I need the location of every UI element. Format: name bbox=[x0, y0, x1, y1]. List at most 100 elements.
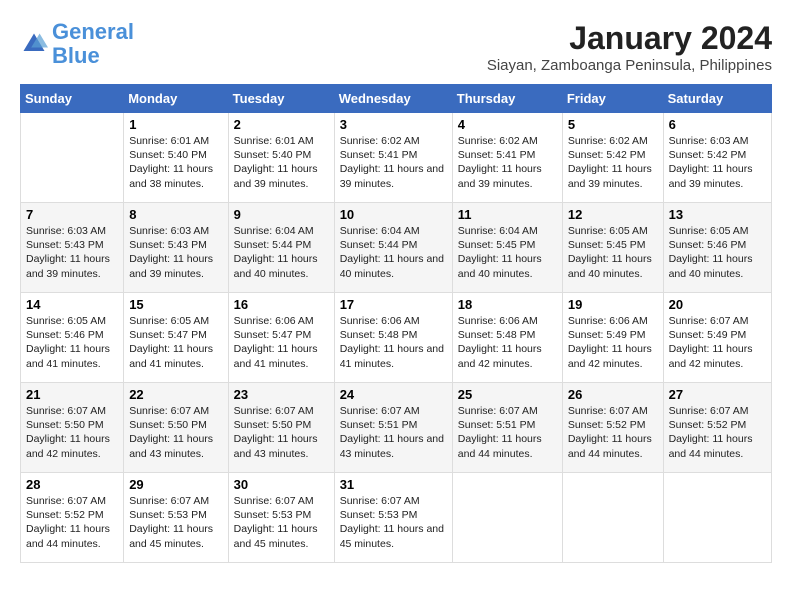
day-number: 13 bbox=[669, 207, 766, 222]
day-cell: 25 Sunrise: 6:07 AMSunset: 5:51 PMDayligh… bbox=[452, 383, 562, 473]
day-info: Sunrise: 6:05 AMSunset: 5:46 PMDaylight:… bbox=[669, 224, 766, 281]
day-cell: 18Sunrise: 6:06 AMSunset: 5:48 PMDayligh… bbox=[452, 293, 562, 383]
day-cell: 3Sunrise: 6:02 AMSunset: 5:41 PMDaylight… bbox=[334, 113, 452, 203]
header-saturday: Saturday bbox=[663, 85, 771, 113]
day-cell: 12 Sunrise: 6:05 AMSunset: 5:45 PMDayligh… bbox=[562, 203, 663, 293]
day-info: Sunrise: 6:07 AMSunset: 5:51 PMDaylight:… bbox=[340, 404, 447, 461]
logo-icon bbox=[20, 30, 48, 58]
calendar-table: SundayMondayTuesdayWednesdayThursdayFrid… bbox=[20, 84, 772, 563]
day-number: 24 bbox=[340, 387, 447, 402]
header-friday: Friday bbox=[562, 85, 663, 113]
day-number: 6 bbox=[669, 117, 766, 132]
day-number: 29 bbox=[129, 477, 222, 492]
header-monday: Monday bbox=[124, 85, 228, 113]
day-number: 3 bbox=[340, 117, 447, 132]
day-info: Sunrise: 6:01 AMSunset: 5:40 PMDaylight:… bbox=[129, 134, 222, 191]
header-tuesday: Tuesday bbox=[228, 85, 334, 113]
day-info: Sunrise: 6:04 AMSunset: 5:45 PMDaylight:… bbox=[458, 224, 557, 281]
day-cell: 4 Sunrise: 6:02 AMSunset: 5:41 PMDaylight… bbox=[452, 113, 562, 203]
day-cell bbox=[452, 473, 562, 563]
day-number: 2 bbox=[234, 117, 329, 132]
day-info: Sunrise: 6:02 AMSunset: 5:41 PMDaylight:… bbox=[458, 134, 557, 191]
day-number: 15 bbox=[129, 297, 222, 312]
week-row-1: 1Sunrise: 6:01 AMSunset: 5:40 PMDaylight… bbox=[21, 113, 772, 203]
day-number: 28 bbox=[26, 477, 118, 492]
day-number: 27 bbox=[669, 387, 766, 402]
day-info: Sunrise: 6:06 AMSunset: 5:47 PMDaylight:… bbox=[234, 314, 329, 371]
day-cell bbox=[663, 473, 771, 563]
day-info: Sunrise: 6:05 AMSunset: 5:45 PMDaylight:… bbox=[568, 224, 658, 281]
logo-line2: Blue bbox=[52, 43, 100, 68]
day-cell: 11 Sunrise: 6:04 AMSunset: 5:45 PMDayligh… bbox=[452, 203, 562, 293]
day-cell: 28 Sunrise: 6:07 AMSunset: 5:52 PMDayligh… bbox=[21, 473, 124, 563]
day-cell bbox=[562, 473, 663, 563]
day-info: Sunrise: 6:06 AMSunset: 5:49 PMDaylight:… bbox=[568, 314, 658, 371]
day-info: Sunrise: 6:04 AMSunset: 5:44 PMDaylight:… bbox=[234, 224, 329, 281]
day-cell: 10Sunrise: 6:04 AMSunset: 5:44 PMDayligh… bbox=[334, 203, 452, 293]
day-cell: 23Sunrise: 6:07 AMSunset: 5:50 PMDayligh… bbox=[228, 383, 334, 473]
day-info: Sunrise: 6:07 AMSunset: 5:53 PMDaylight:… bbox=[340, 494, 447, 551]
day-number: 25 bbox=[458, 387, 557, 402]
day-info: Sunrise: 6:07 AMSunset: 5:51 PMDaylight:… bbox=[458, 404, 557, 461]
day-number: 17 bbox=[340, 297, 447, 312]
day-number: 9 bbox=[234, 207, 329, 222]
week-row-3: 14 Sunrise: 6:05 AMSunset: 5:46 PMDayligh… bbox=[21, 293, 772, 383]
header-row: SundayMondayTuesdayWednesdayThursdayFrid… bbox=[21, 85, 772, 113]
day-number: 10 bbox=[340, 207, 447, 222]
day-number: 14 bbox=[26, 297, 118, 312]
day-cell: 14 Sunrise: 6:05 AMSunset: 5:46 PMDayligh… bbox=[21, 293, 124, 383]
page-header: General Blue January 2024 Siayan, Zamboa… bbox=[20, 20, 772, 74]
logo-text: General Blue bbox=[52, 20, 134, 68]
day-number: 22 bbox=[129, 387, 222, 402]
day-number: 11 bbox=[458, 207, 557, 222]
day-cell: 2 Sunrise: 6:01 AMSunset: 5:40 PMDaylight… bbox=[228, 113, 334, 203]
day-info: Sunrise: 6:07 AMSunset: 5:52 PMDaylight:… bbox=[669, 404, 766, 461]
day-cell: 24 Sunrise: 6:07 AMSunset: 5:51 PMDayligh… bbox=[334, 383, 452, 473]
day-number: 8 bbox=[129, 207, 222, 222]
calendar-title: January 2024 bbox=[487, 20, 772, 57]
day-cell: 16Sunrise: 6:06 AMSunset: 5:47 PMDayligh… bbox=[228, 293, 334, 383]
logo: General Blue bbox=[20, 20, 134, 68]
day-cell: 7 Sunrise: 6:03 AMSunset: 5:43 PMDaylight… bbox=[21, 203, 124, 293]
day-cell: 26 Sunrise: 6:07 AMSunset: 5:52 PMDayligh… bbox=[562, 383, 663, 473]
day-cell: 15 Sunrise: 6:05 AMSunset: 5:47 PMDayligh… bbox=[124, 293, 228, 383]
day-info: Sunrise: 6:05 AMSunset: 5:46 PMDaylight:… bbox=[26, 314, 118, 371]
day-info: Sunrise: 6:05 AMSunset: 5:47 PMDaylight:… bbox=[129, 314, 222, 371]
header-thursday: Thursday bbox=[452, 85, 562, 113]
day-info: Sunrise: 6:07 AMSunset: 5:52 PMDaylight:… bbox=[26, 494, 118, 551]
day-number: 7 bbox=[26, 207, 118, 222]
day-cell: 6 Sunrise: 6:03 AMSunset: 5:42 PMDaylight… bbox=[663, 113, 771, 203]
day-number: 26 bbox=[568, 387, 658, 402]
day-cell: 30Sunrise: 6:07 AMSunset: 5:53 PMDayligh… bbox=[228, 473, 334, 563]
day-number: 21 bbox=[26, 387, 118, 402]
day-info: Sunrise: 6:02 AMSunset: 5:42 PMDaylight:… bbox=[568, 134, 658, 191]
day-cell bbox=[21, 113, 124, 203]
day-number: 5 bbox=[568, 117, 658, 132]
day-cell: 17 Sunrise: 6:06 AMSunset: 5:48 PMDayligh… bbox=[334, 293, 452, 383]
day-info: Sunrise: 6:07 AMSunset: 5:53 PMDaylight:… bbox=[129, 494, 222, 551]
day-number: 19 bbox=[568, 297, 658, 312]
day-number: 23 bbox=[234, 387, 329, 402]
day-info: Sunrise: 6:03 AMSunset: 5:43 PMDaylight:… bbox=[129, 224, 222, 281]
day-cell: 31Sunrise: 6:07 AMSunset: 5:53 PMDayligh… bbox=[334, 473, 452, 563]
day-number: 4 bbox=[458, 117, 557, 132]
day-info: Sunrise: 6:07 AMSunset: 5:50 PMDaylight:… bbox=[129, 404, 222, 461]
day-info: Sunrise: 6:03 AMSunset: 5:43 PMDaylight:… bbox=[26, 224, 118, 281]
day-cell: 21Sunrise: 6:07 AMSunset: 5:50 PMDayligh… bbox=[21, 383, 124, 473]
title-block: January 2024 Siayan, Zamboanga Peninsula… bbox=[487, 20, 772, 74]
day-cell: 13 Sunrise: 6:05 AMSunset: 5:46 PMDayligh… bbox=[663, 203, 771, 293]
day-cell: 5 Sunrise: 6:02 AMSunset: 5:42 PMDaylight… bbox=[562, 113, 663, 203]
day-cell: 29 Sunrise: 6:07 AMSunset: 5:53 PMDayligh… bbox=[124, 473, 228, 563]
day-info: Sunrise: 6:06 AMSunset: 5:48 PMDaylight:… bbox=[458, 314, 557, 371]
day-cell: 9 Sunrise: 6:04 AMSunset: 5:44 PMDaylight… bbox=[228, 203, 334, 293]
day-info: Sunrise: 6:07 AMSunset: 5:52 PMDaylight:… bbox=[568, 404, 658, 461]
day-number: 30 bbox=[234, 477, 329, 492]
day-info: Sunrise: 6:01 AMSunset: 5:40 PMDaylight:… bbox=[234, 134, 329, 191]
day-number: 12 bbox=[568, 207, 658, 222]
day-cell: 27 Sunrise: 6:07 AMSunset: 5:52 PMDayligh… bbox=[663, 383, 771, 473]
header-sunday: Sunday bbox=[21, 85, 124, 113]
logo-line1: General bbox=[52, 19, 134, 44]
day-info: Sunrise: 6:03 AMSunset: 5:42 PMDaylight:… bbox=[669, 134, 766, 191]
day-cell: 19 Sunrise: 6:06 AMSunset: 5:49 PMDayligh… bbox=[562, 293, 663, 383]
day-info: Sunrise: 6:06 AMSunset: 5:48 PMDaylight:… bbox=[340, 314, 447, 371]
